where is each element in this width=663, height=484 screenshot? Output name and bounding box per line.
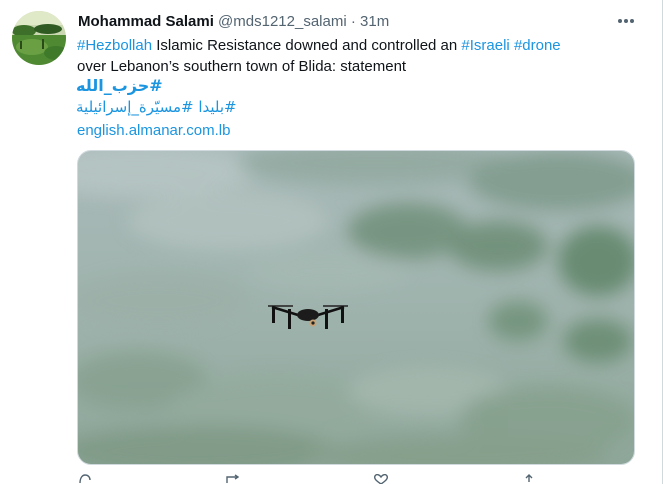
retweet-icon[interactable]	[225, 474, 243, 484]
ellipsis-icon	[618, 19, 634, 23]
hashtags-arabic[interactable]: #بليدا #مسيّرة_إسرائيلية	[76, 98, 237, 116]
tweet-text-segment: Islamic Resistance downed and controlled…	[152, 37, 462, 54]
reply-icon[interactable]	[77, 474, 93, 484]
tweet-text: #Hezbollah Islamic Resistance downed and…	[77, 35, 637, 77]
hashtag-hezbollah-arabic[interactable]: #حزب_الله	[76, 76, 163, 95]
tweet-header: Mohammad Salami @mds1212_salami · 31m	[78, 12, 389, 32]
hashtag-hezbollah[interactable]: #Hezbollah	[77, 37, 152, 54]
avatar-image	[12, 11, 66, 65]
tweet-actions	[77, 474, 637, 484]
avatar[interactable]	[12, 11, 66, 65]
tweet-text-line-2: over Lebanon’s southern town of Blida: s…	[77, 58, 407, 75]
drone-photo	[78, 151, 634, 464]
more-options-button[interactable]	[612, 9, 640, 33]
like-icon[interactable]	[373, 474, 389, 484]
separator-dot: ·	[350, 13, 356, 30]
author-handle[interactable]: @mds1212_salami	[218, 13, 347, 30]
share-icon[interactable]	[521, 474, 537, 484]
external-link[interactable]: english.almanar.com.lb	[77, 120, 230, 141]
tweet-media[interactable]	[77, 150, 635, 465]
author-name[interactable]: Mohammad Salami	[78, 13, 214, 30]
tweet-text-line-1: #Hezbollah Islamic Resistance downed and…	[77, 35, 637, 56]
hashtag-drone[interactable]: #drone	[514, 37, 561, 54]
hashtag-israeli[interactable]: #Israeli	[461, 37, 509, 54]
tweet-time[interactable]: 31m	[360, 13, 389, 30]
